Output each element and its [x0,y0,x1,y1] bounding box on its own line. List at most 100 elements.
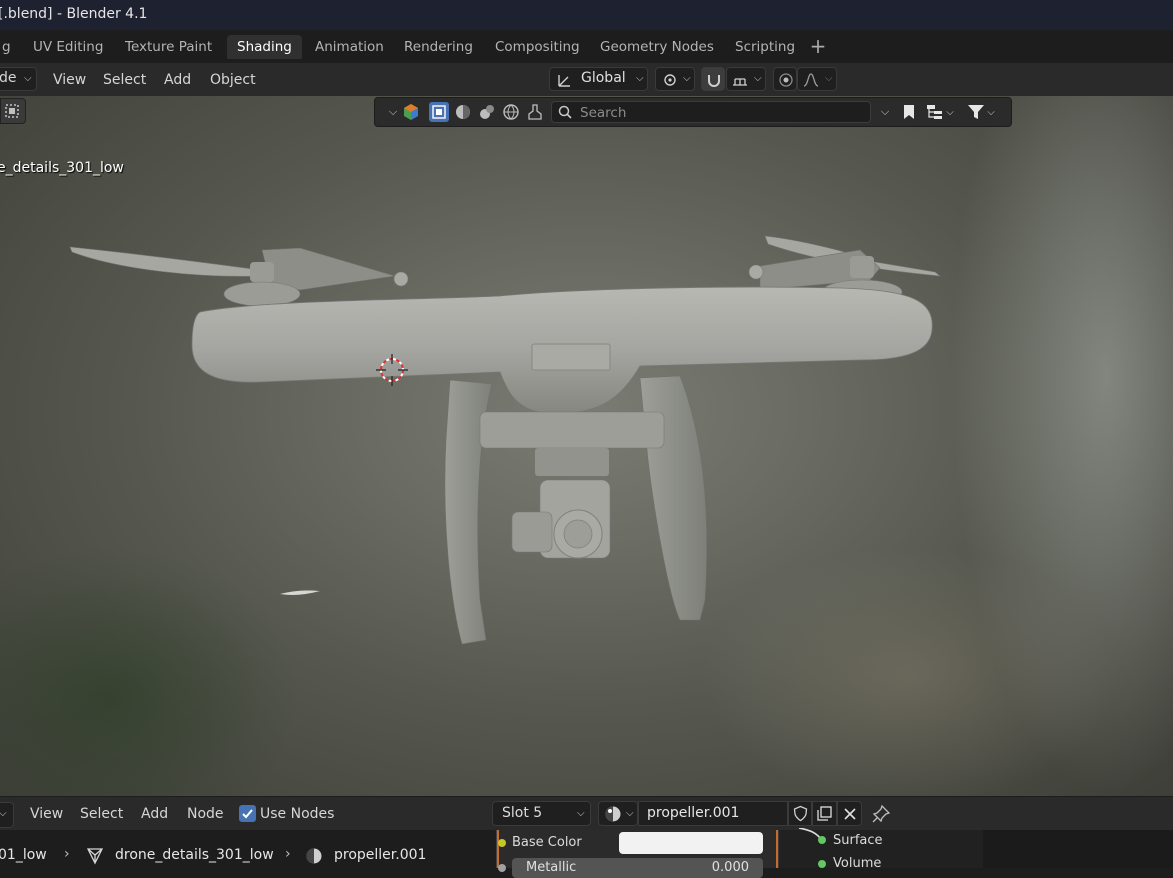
viewport-overlay-toolbar: ⌵ ⌵ ⌵ ⌵ [374,97,1012,127]
solid-shading-icon[interactable] [453,102,473,122]
menu-select[interactable]: Select [103,68,146,92]
orientation-label: Global [581,70,626,86]
rendered-shading-icon[interactable] [501,102,521,122]
use-nodes-checkbox[interactable] [239,805,256,822]
shield-icon [793,805,808,822]
window-title: [.blend] - Blender 4.1 [0,6,148,22]
chevron-down-icon: ⌵ [24,73,32,84]
xray-icon [432,105,446,119]
collapse-chevron-icon[interactable]: ⌵ [383,102,403,122]
volume-socket-label: Volume [833,856,882,871]
select-box-tool[interactable] [0,98,26,124]
fake-user-button[interactable] [788,801,812,826]
menu-view[interactable]: View [53,68,86,92]
display-mode-dropdown[interactable]: ⌵ [923,102,957,122]
material-slot-dropdown[interactable]: Slot 5 ⌵ [492,801,591,826]
snap-toggle[interactable] [701,67,725,91]
search-input[interactable] [578,103,862,123]
editor-type-dropdown[interactable]: ⌵ [0,802,14,828]
slot-label: Slot 5 [502,805,543,821]
search-field[interactable] [551,101,871,123]
active-object-label: e_details_301_low [0,160,124,176]
falloff-curve-icon [803,73,819,87]
material-name-field[interactable]: propeller.001 [638,801,788,826]
duplicate-material-button[interactable] [812,801,837,826]
metallic-slider[interactable]: Metallic 0.000 [512,858,763,878]
mode-label: de [0,70,17,86]
tab-geometry-nodes[interactable]: Geometry Nodes [590,35,724,59]
3d-viewport[interactable] [0,96,1173,796]
breadcrumb-separator-icon: › [285,846,291,862]
unlink-material-button[interactable] [837,801,862,826]
chevron-down-icon: ⌵ [754,73,762,84]
funnel-icon [968,105,985,119]
add-workspace-icon[interactable]: + [808,36,828,57]
use-nodes-label: Use Nodes [260,806,335,822]
node-menu-add[interactable]: Add [141,802,168,826]
3d-cursor-icon[interactable] [376,354,408,386]
shading-options-icon[interactable] [525,102,545,122]
node-menu-view[interactable]: View [30,802,63,826]
material-sphere-icon [306,848,322,864]
tab-scripting[interactable]: Scripting [725,35,805,59]
mode-dropdown[interactable]: de ⌵ [0,67,37,91]
magnet-icon [708,75,720,87]
checkmark-icon [242,809,253,819]
material-preview-icon[interactable] [477,102,497,122]
filter-dropdown-chevron-icon[interactable]: ⌵ [875,102,895,122]
menu-add[interactable]: Add [164,68,191,92]
node-edge-highlight [497,830,499,868]
material-sphere-icon [605,806,621,822]
breadcrumb-material: propeller.001 [334,847,427,863]
node-menu-node[interactable]: Node [187,802,224,826]
base-color-swatch[interactable] [619,832,763,854]
workspace-tabs: g UV Editing Texture Paint Shading Anima… [0,30,1173,63]
tab-uv-editing[interactable]: UV Editing [23,35,113,59]
material-output-node[interactable]: Surface Volume [778,828,984,871]
chevron-down-icon: ⌵ [577,808,585,819]
pin-button[interactable] [871,804,891,824]
orientation-axis-icon [558,75,570,87]
breadcrumb-separator-icon: › [64,846,70,862]
socket-grey-icon[interactable] [498,864,506,872]
socket-green-icon[interactable] [818,836,826,844]
search-icon [558,105,572,119]
socket-yellow-icon[interactable] [498,839,506,847]
node-editor-canvas[interactable] [983,830,1173,868]
title-bar: [.blend] - Blender 4.1 [0,0,1173,30]
tab-rendering[interactable]: Rendering [394,35,483,59]
proportional-edit-toggle[interactable] [773,67,797,91]
socket-green-icon[interactable] [818,860,826,868]
transform-orientation-dropdown[interactable]: Global ⌵ [549,67,648,91]
proportional-edit-icon [779,73,793,87]
chevron-down-icon: ⌵ [683,73,691,84]
snap-increment-icon [733,78,747,86]
select-box-icon [5,104,19,118]
breadcrumb-object: 01_low [0,847,47,863]
chevron-down-icon: ⌵ [0,808,7,819]
node-menu-select[interactable]: Select [80,802,123,826]
filter-dropdown[interactable]: ⌵ [963,102,999,122]
tab-layout[interactable]: g [0,35,21,59]
bookmark-icon[interactable] [899,102,919,122]
node-editor-header: ⌵ View Select Add Node Use Nodes Slot 5 … [0,797,1173,830]
pivot-point-dropdown[interactable]: ⌵ [655,67,695,91]
drone-model[interactable] [0,96,1173,796]
chevron-down-icon: ⌵ [825,73,833,84]
tab-shading[interactable]: Shading [227,35,302,59]
falloff-dropdown[interactable]: ⌵ [797,67,837,91]
tab-texture-paint[interactable]: Texture Paint [115,35,222,59]
mesh-data-icon [86,848,104,865]
wireframe-xray-toggle[interactable] [429,102,449,122]
chevron-down-icon: ⌵ [636,73,644,84]
duplicate-icon [817,806,832,821]
tab-compositing[interactable]: Compositing [485,35,590,59]
snap-target-dropdown[interactable]: ⌵ [726,67,766,91]
pin-icon [872,804,891,823]
pivot-icon [664,74,676,86]
browse-material-dropdown[interactable]: ⌵ [598,801,638,826]
menu-object[interactable]: Object [210,68,256,92]
principled-bsdf-node[interactable]: Base Color Metallic 0.000 [496,830,778,878]
render-engine-icon[interactable] [401,102,421,122]
tab-animation[interactable]: Animation [305,35,394,59]
